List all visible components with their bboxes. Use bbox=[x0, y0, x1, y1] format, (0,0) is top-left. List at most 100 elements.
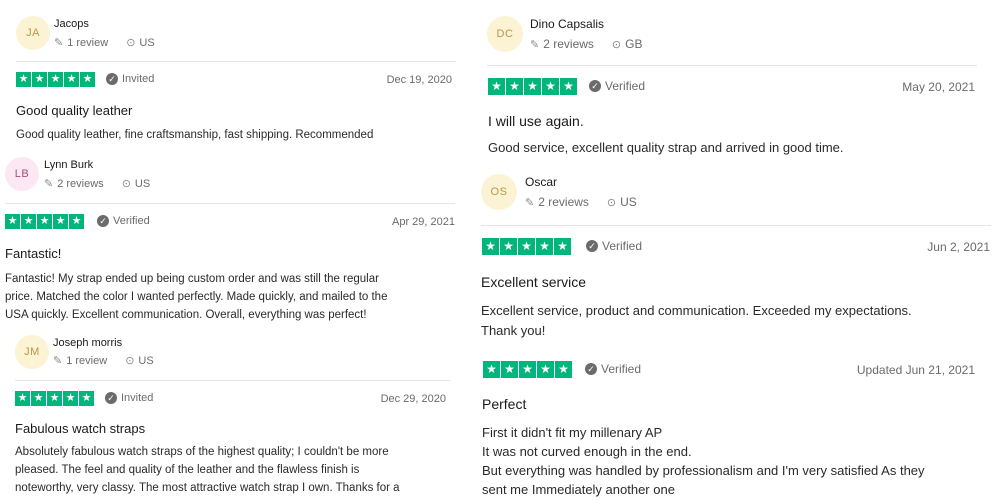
status-badge[interactable]: ✓ Invited bbox=[106, 73, 154, 85]
review-count: 1 review bbox=[67, 36, 109, 49]
review-body-line: noteworthy, very classy. The most attrac… bbox=[15, 482, 400, 494]
star-icon: ★ bbox=[37, 214, 52, 229]
reviewer-meta: ✎ 1 review ⊙ US bbox=[54, 36, 155, 50]
star-rating: ★ ★ ★ ★ ★ bbox=[16, 72, 95, 87]
review-title[interactable]: Excellent service bbox=[481, 274, 586, 290]
pencil-icon: ✎ bbox=[525, 196, 535, 209]
reviewer-name[interactable]: Lynn Burk bbox=[44, 159, 93, 171]
avatar[interactable]: DC bbox=[487, 16, 523, 52]
location-pin-icon: ⊙ bbox=[126, 37, 136, 49]
star-icon: ★ bbox=[500, 238, 517, 255]
divider bbox=[481, 225, 991, 226]
review-date: Updated Jun 21, 2021 bbox=[856, 363, 975, 377]
review-count: 2 reviews bbox=[538, 195, 589, 209]
pencil-icon: ✎ bbox=[44, 178, 54, 190]
country: US bbox=[620, 195, 637, 209]
status-badge[interactable]: ✓ Verified bbox=[586, 239, 642, 253]
review-count: 2 reviews bbox=[543, 37, 594, 51]
review-body: Excellent service, product and communica… bbox=[481, 301, 991, 341]
status-label: Verified bbox=[113, 215, 150, 227]
review-title[interactable]: Fabulous watch straps bbox=[15, 421, 145, 436]
star-icon: ★ bbox=[518, 238, 535, 255]
divider bbox=[5, 203, 455, 204]
star-icon: ★ bbox=[537, 361, 554, 378]
divider bbox=[15, 380, 450, 381]
star-icon: ★ bbox=[63, 391, 78, 406]
star-icon: ★ bbox=[5, 214, 20, 229]
avatar[interactable]: JA bbox=[16, 16, 50, 50]
country: US bbox=[138, 354, 154, 367]
star-icon: ★ bbox=[31, 391, 46, 406]
check-circle-icon: ✓ bbox=[106, 73, 118, 85]
check-circle-icon: ✓ bbox=[585, 363, 597, 375]
star-icon: ★ bbox=[53, 214, 68, 229]
status-label: Verified bbox=[602, 239, 643, 253]
divider bbox=[16, 61, 456, 62]
divider bbox=[487, 65, 977, 66]
star-icon: ★ bbox=[554, 238, 571, 255]
star-rating: ★ ★ ★ ★ ★ bbox=[483, 361, 572, 378]
avatar-initials: LB bbox=[14, 168, 30, 180]
review-body-line: Thank you! bbox=[481, 323, 546, 338]
status-label: Invited bbox=[121, 392, 154, 404]
review-title[interactable]: Good quality leather bbox=[16, 103, 132, 118]
pencil-icon: ✎ bbox=[530, 38, 540, 51]
reviewer-name[interactable]: Oscar bbox=[525, 175, 557, 189]
star-icon: ★ bbox=[47, 391, 62, 406]
avatar-initials: DC bbox=[496, 28, 514, 40]
status-badge[interactable]: ✓ Verified bbox=[589, 79, 645, 93]
avatar-initials: OS bbox=[490, 186, 508, 198]
review-body: First it didn't fit my millenary AP It w… bbox=[482, 423, 992, 499]
star-icon: ★ bbox=[16, 72, 31, 87]
review-body-line: price. Matched the color I wanted perfec… bbox=[5, 291, 388, 303]
star-icon: ★ bbox=[536, 238, 553, 255]
star-icon: ★ bbox=[80, 72, 95, 87]
star-icon: ★ bbox=[488, 78, 505, 95]
review-body-line: sent me Immediately another one bbox=[482, 482, 675, 497]
star-icon: ★ bbox=[79, 391, 94, 406]
check-circle-icon: ✓ bbox=[589, 80, 601, 92]
reviewer-name[interactable]: Joseph morris bbox=[53, 337, 122, 349]
status-badge[interactable]: ✓ Invited bbox=[105, 392, 153, 404]
review-title[interactable]: Fantastic! bbox=[5, 246, 61, 261]
location-pin-icon: ⊙ bbox=[125, 355, 135, 367]
status-label: Verified bbox=[605, 79, 646, 93]
star-rating: ★ ★ ★ ★ ★ bbox=[488, 78, 577, 95]
country: US bbox=[139, 36, 155, 49]
review-count: 1 review bbox=[66, 354, 108, 367]
avatar[interactable]: LB bbox=[5, 157, 39, 191]
star-icon: ★ bbox=[560, 78, 577, 95]
star-icon: ★ bbox=[524, 78, 541, 95]
pencil-icon: ✎ bbox=[53, 355, 63, 367]
avatar[interactable]: OS bbox=[481, 174, 517, 210]
review-body: Fantastic! My strap ended up being custo… bbox=[5, 270, 460, 324]
pencil-icon: ✎ bbox=[54, 37, 64, 49]
star-icon: ★ bbox=[64, 72, 79, 87]
star-rating: ★ ★ ★ ★ ★ bbox=[5, 214, 84, 229]
review-body-line: USA quickly. Excellent communication. Ov… bbox=[5, 309, 367, 321]
review-body-line: pleased. The feel and quality of the lea… bbox=[15, 464, 360, 476]
status-badge[interactable]: ✓ Verified bbox=[585, 362, 641, 376]
reviewer-meta: ✎ 2 reviews ⊙ US bbox=[44, 177, 150, 191]
star-rating: ★ ★ ★ ★ ★ bbox=[482, 238, 571, 255]
review-body-line: It was not curved enough in the end. bbox=[482, 444, 692, 459]
location-pin-icon: ⊙ bbox=[606, 196, 617, 209]
check-circle-icon: ✓ bbox=[586, 240, 598, 252]
review-title[interactable]: Perfect bbox=[482, 396, 526, 412]
status-badge[interactable]: ✓ Verified bbox=[97, 215, 150, 227]
location-pin-icon: ⊙ bbox=[121, 178, 131, 190]
reviewer-name[interactable]: Jacops bbox=[54, 18, 89, 30]
location-pin-icon: ⊙ bbox=[611, 38, 622, 51]
avatar-initials: JM bbox=[24, 346, 40, 358]
review-title[interactable]: I will use again. bbox=[488, 113, 584, 129]
star-icon: ★ bbox=[555, 361, 572, 378]
review-body: Good quality leather, fine craftsmanship… bbox=[16, 129, 374, 141]
review-body-line: First it didn't fit my millenary AP bbox=[482, 425, 663, 440]
reviewer-meta: ✎ 1 review ⊙ US bbox=[53, 354, 154, 368]
reviewer-name[interactable]: Dino Capsalis bbox=[530, 17, 604, 31]
check-circle-icon: ✓ bbox=[105, 392, 117, 404]
review-body: Good service, excellent quality strap an… bbox=[488, 140, 844, 155]
avatar[interactable]: JM bbox=[15, 335, 49, 369]
star-icon: ★ bbox=[482, 238, 499, 255]
review-date: Jun 2, 2021 bbox=[927, 240, 990, 254]
